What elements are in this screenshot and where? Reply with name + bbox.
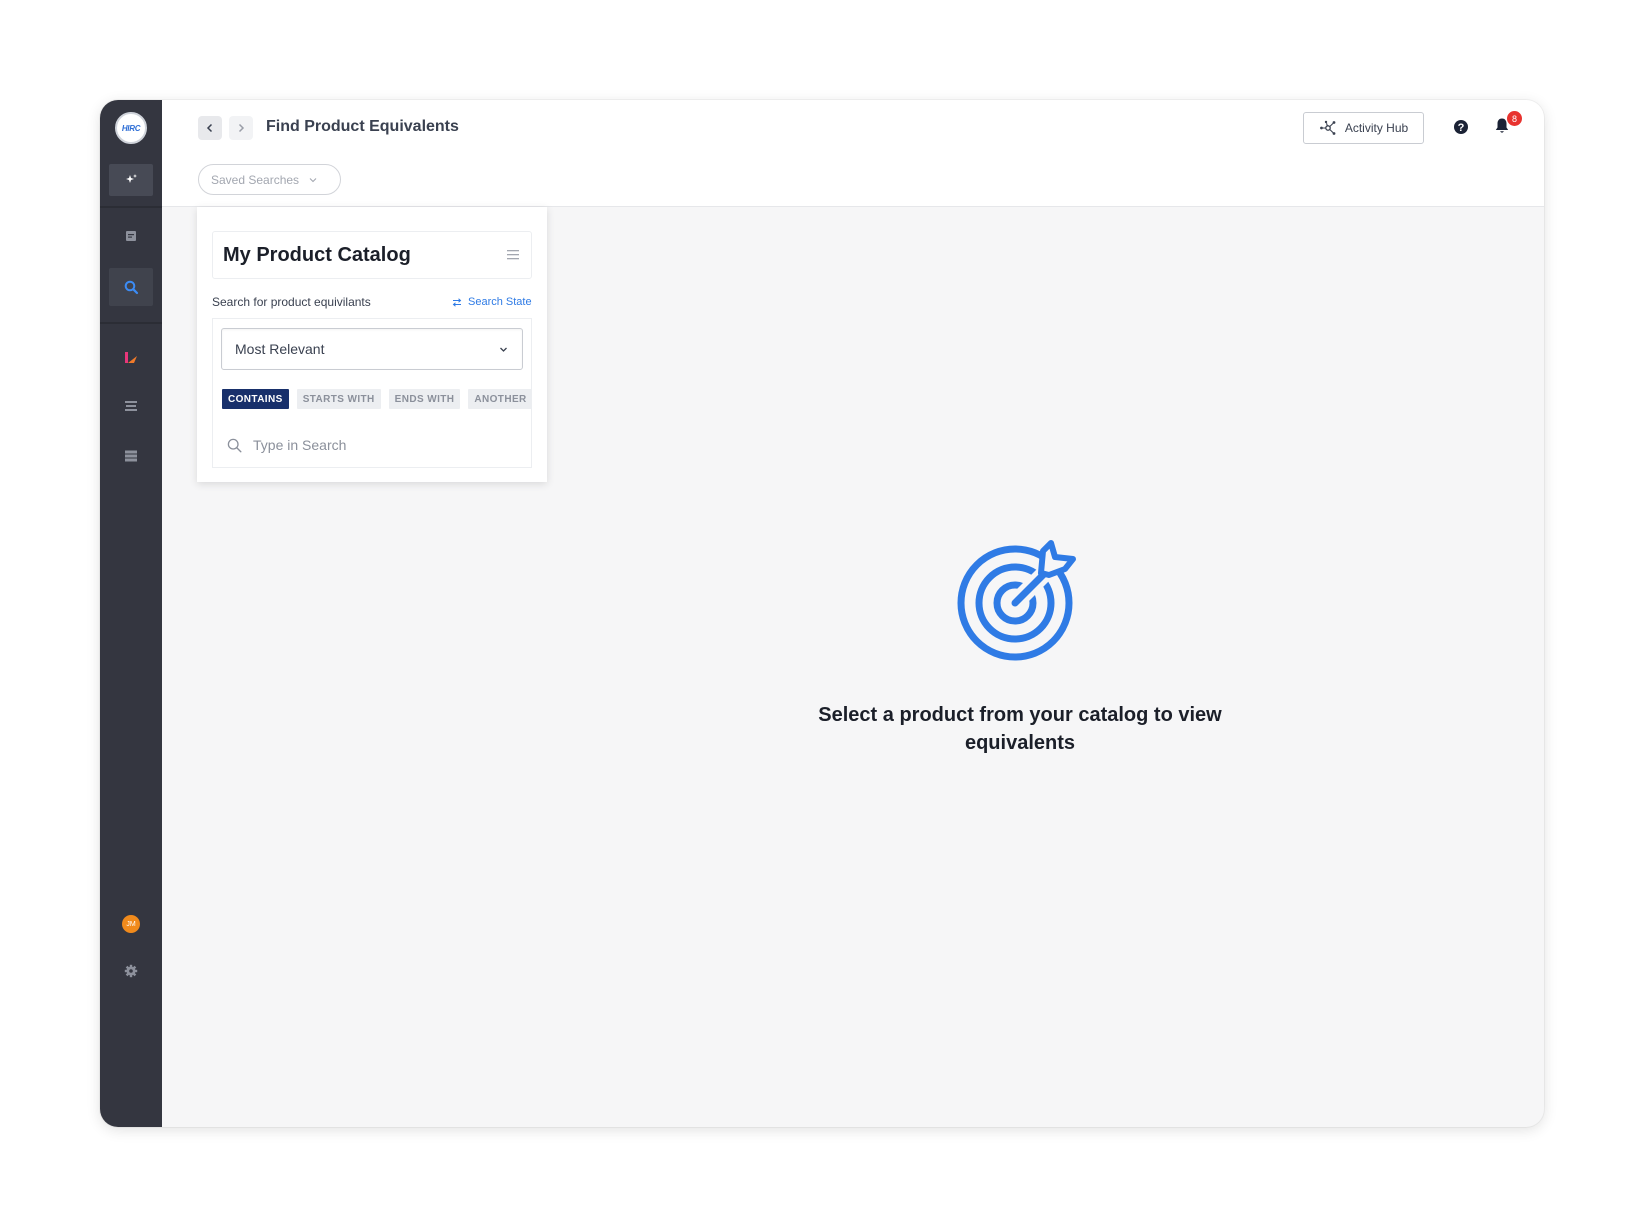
sidebar-item-ai[interactable] [109,164,153,196]
sidebar-item-brand[interactable] [109,342,153,374]
sidebar-item-database[interactable] [109,440,153,472]
chevron-right-icon [238,123,245,133]
saved-searches-dropdown[interactable]: Saved Searches [198,164,341,195]
catalog-title: My Product Catalog [223,244,411,266]
sidebar-divider [100,322,162,324]
search-icon [124,280,139,295]
search-label: Search for product equivilants [212,295,371,309]
chip-ends-with[interactable]: ENDS WITH [388,389,461,409]
sidebar-item-list[interactable] [109,390,153,422]
search-state-label: Search State [468,296,532,308]
top-header: Find Product Equivalents Saved Searches … [162,100,1544,207]
chevron-down-icon [309,177,317,182]
page-title: Find Product Equivalents [266,118,459,135]
search-icon [227,438,242,453]
avatar[interactable]: JM [122,915,140,933]
activity-hub-button[interactable]: Activity Hub [1303,112,1424,144]
menu-icon[interactable] [507,249,519,261]
database-icon [125,450,137,462]
search-state-link[interactable]: Search State [452,296,532,308]
catalog-panel: My Product Catalog Search for product eq… [197,207,547,482]
app-window: HIRC JM Find Product Equivalents Saved S… [100,100,1544,1127]
list-icon [125,401,137,411]
notification-badge: 8 [1507,111,1522,126]
document-icon [126,231,136,241]
sidebar: HIRC JM [100,100,162,1127]
target-icon [957,540,1076,661]
back-button[interactable] [198,116,222,140]
sort-value: Most Relevant [235,341,325,357]
settings-button[interactable] [109,955,153,987]
sort-select[interactable]: Most Relevant [221,328,523,370]
svg-text:?: ? [1458,122,1465,134]
forward-button[interactable] [229,116,253,140]
sidebar-item-search[interactable] [109,268,153,306]
help-icon[interactable]: ? [1453,119,1469,135]
catalog-header: My Product Catalog [212,231,532,279]
saved-searches-label: Saved Searches [211,172,300,187]
network-icon [1319,120,1336,135]
search-placeholder: Type in Search [253,437,347,453]
sparkle-icon [126,174,137,183]
empty-state-message: Select a product from your catalog to vi… [818,704,1222,754]
catalog-search-input[interactable]: Type in Search [227,437,346,453]
chip-starts-with[interactable]: STARTS WITH [296,389,381,409]
activity-hub-label: Activity Hub [1344,121,1409,135]
brand-icon [125,352,137,363]
sidebar-item-documents[interactable] [109,220,153,252]
chip-another[interactable]: ANOTHER [468,389,532,409]
chevron-left-icon [206,123,213,133]
app-logo[interactable]: HIRC [115,112,147,144]
gear-icon [124,964,138,978]
match-mode-chips: CONTAINS STARTS WITH ENDS WITH ANOTHER [222,389,532,409]
search-controls: Most Relevant CONTAINS STARTS WITH ENDS … [212,318,532,468]
chip-contains[interactable]: CONTAINS [222,389,289,409]
chevron-down-icon [500,347,507,352]
sidebar-divider [100,206,162,208]
empty-state: Select a product from your catalog to vi… [800,533,1240,757]
swap-icon [452,297,462,307]
